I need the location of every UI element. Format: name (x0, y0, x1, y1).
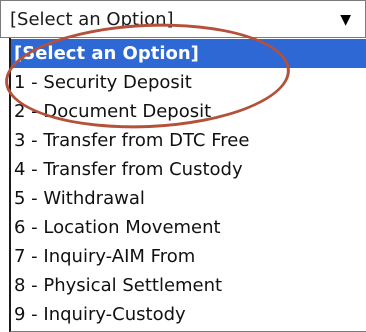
option-location-movement[interactable]: 6 - Location Movement (11, 213, 366, 242)
option-transfer-from-custody[interactable]: 4 - Transfer from Custody (11, 155, 366, 184)
option-select-an-option[interactable]: [Select an Option] (11, 39, 366, 68)
option-physical-settlement[interactable]: 8 - Physical Settlement (11, 271, 366, 300)
option-dropdown-list: [Select an Option] 1 - Security Deposit … (9, 38, 366, 332)
option-document-deposit[interactable]: 2 - Document Deposit (11, 97, 366, 126)
option-security-deposit[interactable]: 1 - Security Deposit (11, 68, 366, 97)
triangle-down-icon[interactable]: ▼ (340, 10, 351, 30)
select-current-value: [Select an Option] (10, 9, 174, 30)
option-inquiry-aim-from[interactable]: 7 - Inquiry-AIM From (11, 242, 366, 271)
option-select[interactable]: [Select an Option] ▼ (0, 0, 366, 38)
option-inquiry-custody[interactable]: 9 - Inquiry-Custody (11, 300, 366, 329)
option-withdrawal[interactable]: 5 - Withdrawal (11, 184, 366, 213)
option-transfer-from-dtc-free[interactable]: 3 - Transfer from DTC Free (11, 126, 366, 155)
screenshot: [Select an Option] ▼ [Select an Option] … (0, 0, 366, 332)
